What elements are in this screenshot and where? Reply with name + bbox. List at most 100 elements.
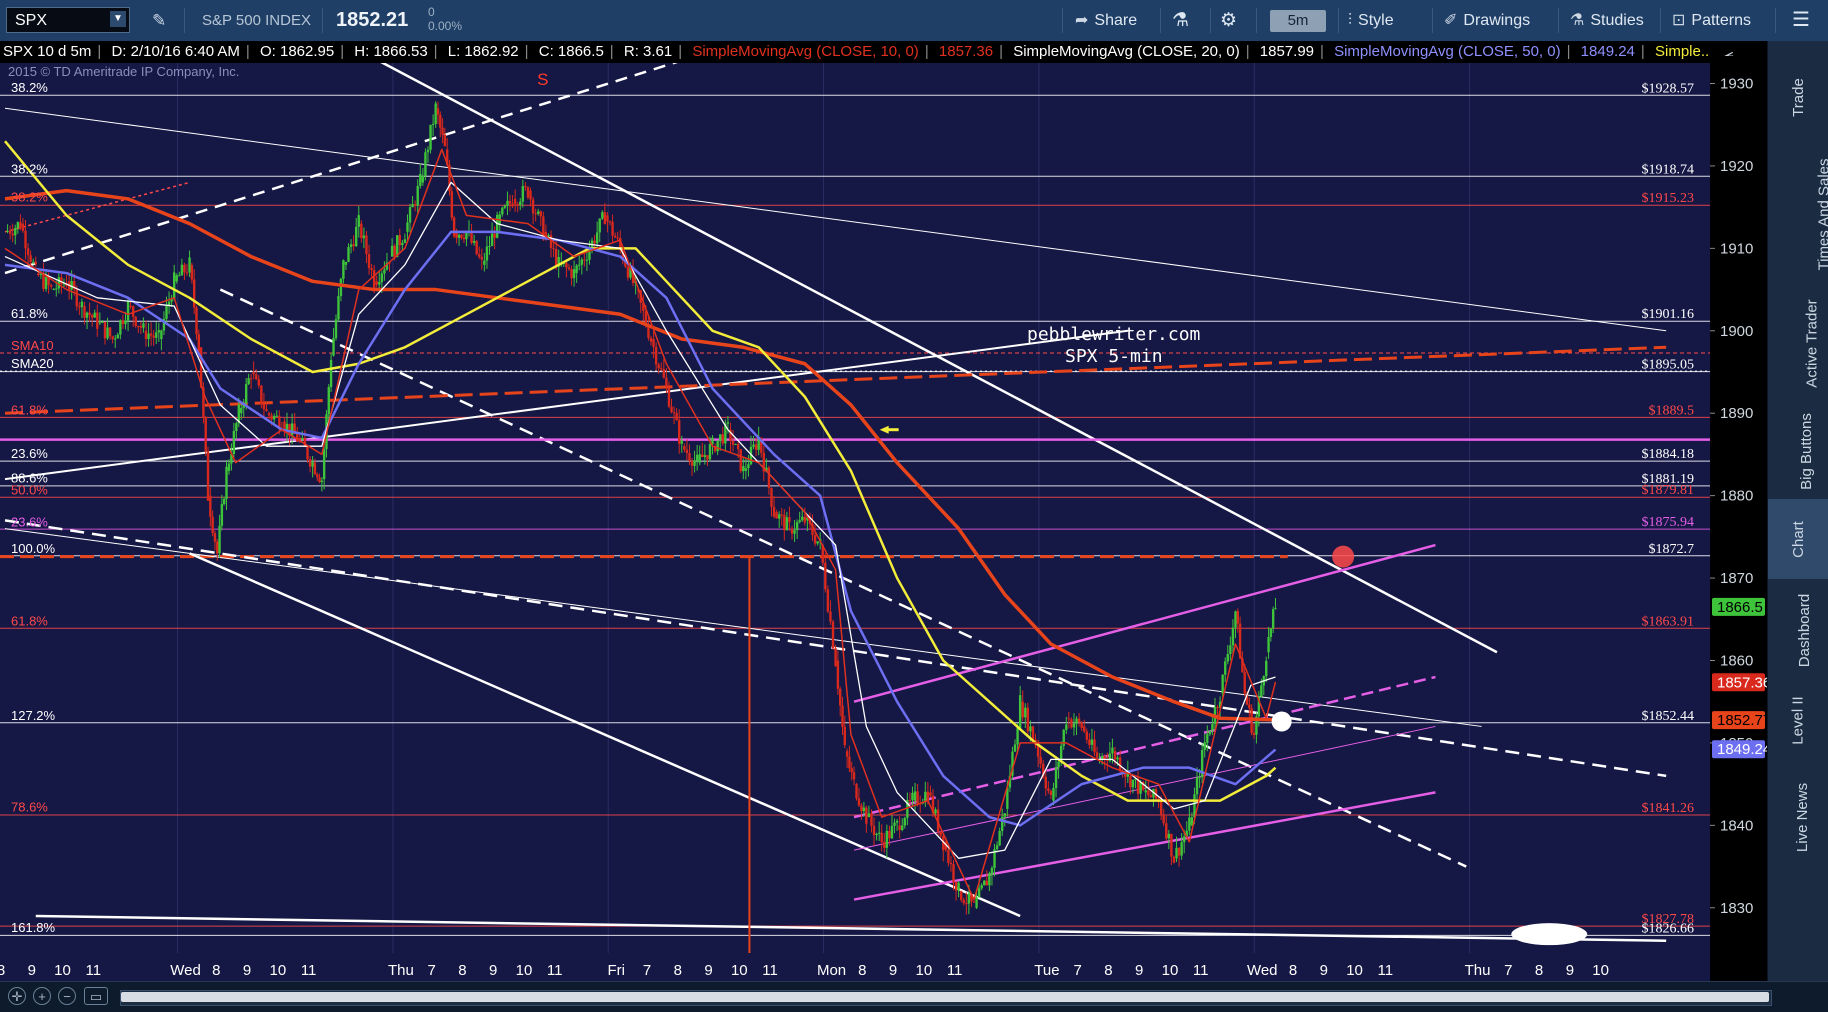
- time-axis-label: 8: [858, 962, 866, 979]
- pencil-icon[interactable]: ✎: [152, 0, 166, 41]
- candle-body: [837, 660, 839, 688]
- sidebar-tab-label: Trade: [1790, 78, 1807, 117]
- target-marker-white-oval[interactable]: [1511, 923, 1587, 945]
- sidebar-tab-trade[interactable]: Trade: [1768, 49, 1828, 144]
- candle-body: [332, 338, 334, 355]
- zoom-reset-icon[interactable]: ▭: [84, 987, 108, 1005]
- patterns-button[interactable]: ⊡Patterns: [1672, 0, 1751, 41]
- target-marker-red[interactable]: [1332, 546, 1354, 568]
- fib-level-label: 50.0%: [11, 482, 48, 497]
- candle-body: [1209, 731, 1211, 735]
- gear-icon[interactable]: ⚙: [1220, 0, 1237, 41]
- candle-body: [593, 241, 595, 244]
- candle-body: [947, 850, 949, 863]
- candle-body: [265, 409, 267, 411]
- candle-body: [665, 378, 667, 387]
- divider: [322, 8, 323, 33]
- more-studies-label[interactable]: Simple...: [1652, 43, 1715, 60]
- sidebar-tab-active-trader[interactable]: Active Trader: [1768, 284, 1828, 402]
- candle-body: [225, 467, 227, 499]
- candle-body: [158, 330, 160, 332]
- sidebar-tab-big-buttons[interactable]: Big Buttons: [1768, 402, 1828, 499]
- candle-body: [411, 204, 413, 207]
- time-axis-label: 9: [1320, 962, 1328, 979]
- share-button[interactable]: ➦Share: [1075, 0, 1137, 41]
- symbol-description: S&P 500 INDEX: [202, 0, 311, 41]
- candle-body: [441, 128, 443, 135]
- menu-icon[interactable]: ☰: [1792, 0, 1810, 41]
- zoom-out-icon[interactable]: −: [58, 987, 76, 1005]
- price-chart[interactable]: 2015 © TD Ameritrade IP Company, Inc.Spe…: [0, 63, 1715, 981]
- candle-body: [1260, 686, 1262, 697]
- candle-body: [914, 791, 916, 800]
- scale-settings-icon[interactable]: ⦟: [1724, 43, 1734, 61]
- scrollbar-thumb[interactable]: [121, 992, 1769, 1002]
- candle-body: [316, 474, 318, 477]
- candle-body: [683, 446, 685, 449]
- copyright-text: 2015 © TD Ameritrade IP Company, Inc.: [8, 64, 239, 79]
- sma20-study-label[interactable]: SimpleMovingAvg (CLOSE, 20, 0): [1010, 43, 1243, 60]
- candle-body: [829, 612, 831, 622]
- symbol-dropdown-chevron-icon[interactable]: ▼: [110, 11, 126, 27]
- flask-icon[interactable]: ⚗: [1172, 0, 1189, 41]
- candle-body: [793, 530, 795, 534]
- candle-body: [660, 368, 662, 369]
- candle-body: [555, 249, 557, 267]
- candle-body: [1029, 726, 1031, 731]
- candle-body: [896, 821, 898, 823]
- candle-body: [791, 529, 793, 534]
- sidebar-tab-chart[interactable]: Chart: [1768, 499, 1828, 579]
- time-axis-label: Wed: [1247, 962, 1278, 979]
- sidebar-tab-live-news[interactable]: Live News: [1768, 759, 1828, 874]
- candle-body: [524, 186, 526, 187]
- candle-body: [1221, 675, 1223, 694]
- candle-body: [24, 231, 26, 248]
- candle-body: [616, 238, 618, 239]
- candle-body: [693, 460, 695, 466]
- price-axis[interactable]: 1830184018501860187018801890190019101920…: [1710, 63, 1767, 981]
- sma10-study-label[interactable]: SimpleMovingAvg (CLOSE, 10, 0): [689, 43, 922, 60]
- candle-body: [673, 412, 675, 413]
- candle-body: [114, 338, 116, 339]
- timeframe-selector[interactable]: 5m: [1270, 10, 1326, 32]
- candle-body: [355, 227, 357, 246]
- candle-body: [32, 262, 34, 263]
- candle-body: [998, 831, 1000, 845]
- chart-scrollbar[interactable]: [120, 990, 1772, 1006]
- sell-marker-s: S: [537, 70, 548, 89]
- chart-background[interactable]: [0, 63, 1715, 981]
- candle-body: [195, 308, 197, 335]
- time-axis-label: 11: [85, 962, 101, 979]
- candle-body: [393, 246, 395, 257]
- price-axis-svg: 1830184018501860187018801890190019101920…: [1710, 63, 1767, 981]
- candle-body: [781, 514, 783, 515]
- style-button[interactable]: ⫶Style: [1348, 0, 1394, 41]
- candle-body: [350, 244, 352, 247]
- candle-body: [788, 517, 790, 522]
- sidebar-tab-level-ii[interactable]: Level II: [1768, 681, 1828, 759]
- time-axis-label: 7: [1504, 962, 1512, 979]
- candle-body: [1265, 661, 1267, 676]
- target-marker-white[interactable]: [1272, 711, 1292, 731]
- toolbar: SPX ▼ ✎ S&P 500 INDEX 1852.21 0 0.00% ➦S…: [0, 0, 1828, 42]
- sma50-study-label[interactable]: SimpleMovingAvg (CLOSE, 50, 0): [1331, 43, 1564, 60]
- pan-icon[interactable]: ✛: [8, 987, 26, 1005]
- candle-body: [1027, 708, 1029, 732]
- candle-body: [709, 444, 711, 459]
- candle-body: [991, 868, 993, 875]
- chart-area[interactable]: 2015 © TD Ameritrade IP Company, Inc.Spe…: [0, 63, 1715, 981]
- drawings-button[interactable]: ✐Drawings: [1444, 0, 1530, 41]
- sidebar-tab-times-and-sales[interactable]: Times And Sales: [1768, 144, 1828, 284]
- candle-body: [699, 454, 701, 462]
- sidebar-tab-dashboard[interactable]: Dashboard: [1768, 579, 1828, 681]
- candle-body: [94, 313, 96, 318]
- candle-body: [1165, 823, 1167, 838]
- candle-body: [263, 404, 265, 409]
- candle-body: [614, 236, 616, 238]
- studies-button[interactable]: ⚗Studies: [1570, 0, 1644, 41]
- zoom-in-icon[interactable]: +: [33, 987, 51, 1005]
- candle-body: [865, 808, 867, 824]
- candle-body: [42, 274, 44, 289]
- fib-level-label: 61.8%: [11, 306, 48, 321]
- candle-body: [611, 222, 613, 236]
